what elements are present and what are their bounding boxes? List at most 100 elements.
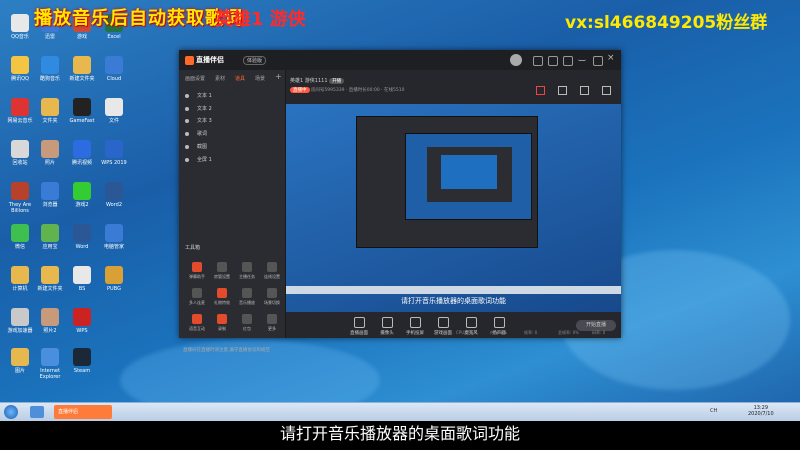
close-icon[interactable]: × <box>607 53 615 63</box>
gift-icon[interactable] <box>536 86 545 95</box>
status-badge[interactable]: 直播中 <box>290 87 310 93</box>
source-item[interactable]: 文本 3 <box>185 117 212 124</box>
desktop-icon[interactable]: Word <box>64 224 100 250</box>
desktop-icon[interactable]: 新建文件夹 <box>32 266 68 292</box>
minimize-icon[interactable] <box>578 56 586 61</box>
tool-item[interactable]: 主播任务 <box>235 262 259 280</box>
control-icon <box>465 317 477 328</box>
desktop-icon[interactable]: WPS 2019 <box>96 140 132 166</box>
app-icon <box>105 140 123 158</box>
app-icon <box>41 182 59 200</box>
tool-label: 主播任务 <box>239 274 255 279</box>
ie-icon[interactable] <box>30 406 44 418</box>
control-button[interactable]: 手机投屏 <box>402 317 428 336</box>
overlay-room-name: 英雄1 游侠 <box>215 9 306 30</box>
app-icon <box>105 98 123 116</box>
tab-props[interactable]: 道具 <box>235 75 245 82</box>
desktop-icon[interactable]: GameFast <box>64 98 100 124</box>
app-icon <box>11 266 29 284</box>
desktop-icon[interactable]: Internet Explorer <box>32 348 68 380</box>
tool-item[interactable]: 音乐播放 <box>235 288 259 306</box>
maximize-icon[interactable] <box>593 56 603 66</box>
desktop-icon[interactable]: Word2 <box>96 182 132 208</box>
control-button[interactable]: 摄像头 <box>374 317 400 336</box>
desktop-icon[interactable]: 浏览器 <box>32 182 68 208</box>
source-item[interactable]: 文本 1 <box>185 92 212 99</box>
app-icon <box>11 182 29 200</box>
tool-item[interactable]: 红包 <box>235 314 259 332</box>
tool-item[interactable]: 礼物特效 <box>210 288 234 306</box>
app-icon <box>11 140 29 158</box>
tool-item[interactable]: 录制 <box>210 314 234 332</box>
tool-item[interactable]: 更多 <box>260 314 284 332</box>
tab-scene[interactable]: 画面设置 <box>185 75 205 82</box>
desktop-icon[interactable]: 照片 <box>32 140 68 166</box>
desktop-icon[interactable]: PUBG <box>96 266 132 292</box>
eye-icon[interactable] <box>185 131 189 136</box>
settings-icon[interactable] <box>563 56 573 66</box>
desktop: QQ音乐 腾讯QQ 网易云音乐 回收站 They Are Billions 微信 计算机 游戏… <box>0 0 800 405</box>
desktop-icon[interactable]: Cloud <box>96 56 132 82</box>
tab-scenes[interactable]: 场景 <box>255 75 265 82</box>
eye-icon[interactable] <box>185 106 189 111</box>
lang-indicator[interactable]: CH <box>710 408 717 414</box>
room-tag[interactable]: 开播 <box>329 78 345 84</box>
desktop-icon[interactable]: 文件 <box>96 98 132 124</box>
desktop-icon[interactable]: 照片2 <box>32 308 68 334</box>
eye-icon[interactable] <box>185 144 189 149</box>
tool-item[interactable]: 弹幕助手 <box>185 262 209 280</box>
desktop-icon[interactable]: 文件夹 <box>32 98 68 124</box>
source-item[interactable]: 歌词 <box>185 130 207 137</box>
tool-icon <box>242 314 252 324</box>
bell-icon[interactable] <box>602 86 612 95</box>
eye-icon[interactable] <box>185 93 189 98</box>
tool-label: 连线设置 <box>264 274 280 279</box>
desktop-icon[interactable]: BS <box>64 266 100 292</box>
share-icon[interactable] <box>580 86 590 95</box>
eye-icon[interactable] <box>185 118 189 123</box>
desktop-icon-label: 游戏2 <box>75 202 89 208</box>
stat-item: 内存: 0% <box>490 330 507 335</box>
tool-item[interactable]: 语音互动 <box>185 314 209 332</box>
left-panel: 画面设置 素材 道具 场景 + 文本 1 文本 2 文本 3 歌词 截图 全屏 … <box>179 70 286 353</box>
message-icon[interactable] <box>548 56 558 66</box>
stat-item: 丢帧率: 0% <box>558 330 579 335</box>
clock[interactable]: 13:29 2020/7/10 <box>748 405 774 417</box>
lock-icon[interactable] <box>558 86 568 95</box>
eye-icon[interactable] <box>185 157 189 162</box>
desktop-icon[interactable]: Steam <box>64 348 100 374</box>
tool-item[interactable]: 连线设置 <box>260 262 284 280</box>
left-tabs: 画面设置 素材 道具 场景 + <box>179 72 285 84</box>
control-label: 游戏画面 <box>434 331 452 336</box>
desktop-icon[interactable]: 应用宝 <box>32 224 68 250</box>
desktop-icon[interactable]: 腾讯视频 <box>64 140 100 166</box>
stream-preview[interactable]: 请打开音乐播放器的桌面歌词功能 <box>286 104 621 312</box>
desktop-icon[interactable]: 电脑管家 <box>96 224 132 250</box>
desktop-icon[interactable]: 新建文件夹 <box>64 56 100 82</box>
desktop-icon-label: 酷狗音乐 <box>39 76 60 82</box>
add-icon[interactable]: + <box>275 72 282 81</box>
tool-label: 场景切换 <box>264 300 280 305</box>
taskbar-app-live[interactable]: 直播伴侣 <box>54 405 112 419</box>
source-item[interactable]: 文本 2 <box>185 105 212 112</box>
start-button[interactable] <box>4 405 18 419</box>
source-item[interactable]: 全屏 1 <box>185 156 212 163</box>
app-logo-text: 直播伴侣 <box>196 56 224 64</box>
desktop-icon-label: 浏览器 <box>42 202 58 208</box>
toolbox-title: 工具箱 <box>185 245 201 251</box>
skin-icon[interactable] <box>533 56 543 66</box>
control-button[interactable]: 游戏画面 <box>430 317 456 336</box>
tool-item[interactable]: 场景切换 <box>260 288 284 306</box>
source-item[interactable]: 截图 <box>185 143 207 150</box>
app-icon <box>73 182 91 200</box>
desktop-icon[interactable]: 酷狗音乐 <box>32 56 68 82</box>
desktop-icon[interactable]: WPS <box>64 308 100 334</box>
tab-material[interactable]: 素材 <box>215 75 225 82</box>
tool-item[interactable]: 房管设置 <box>210 262 234 280</box>
desktop-icon[interactable]: 游戏2 <box>64 182 100 208</box>
control-button[interactable]: 直播画面 <box>346 317 372 336</box>
avatar[interactable] <box>510 54 522 66</box>
tool-icon <box>192 262 202 272</box>
tool-item[interactable]: 多人连麦 <box>185 288 209 306</box>
app-icon <box>105 56 123 74</box>
